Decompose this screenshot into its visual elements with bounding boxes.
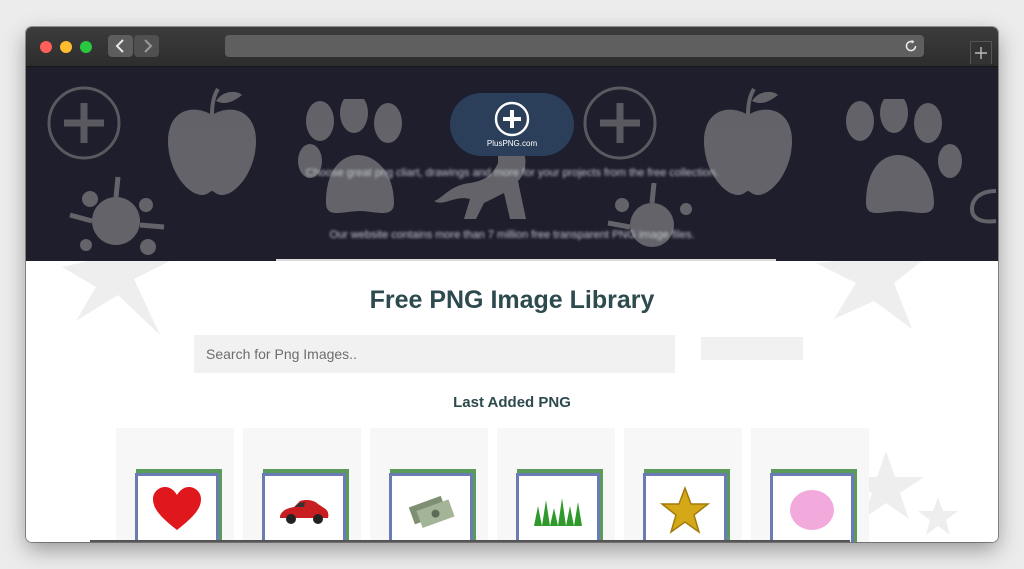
- thumbnail-frame: [392, 476, 470, 542]
- paint-splash-icon: [69, 176, 165, 255]
- hero-banner: PlusPNG.com Choose great png cliart, dra…: [26, 67, 998, 261]
- content-divider: [90, 540, 850, 542]
- last-added-heading: Last Added PNG: [453, 394, 571, 411]
- reload-button[interactable]: [902, 37, 920, 55]
- png-thumbnail-card[interactable]: [624, 428, 742, 542]
- minimize-window-button[interactable]: [60, 41, 72, 53]
- apple-icon: [168, 87, 256, 195]
- hero-tagline: Choose great png cliart, drawings and mo…: [305, 167, 719, 179]
- thumbnail-frame: [138, 476, 216, 542]
- plus-circle-icon: [494, 101, 530, 137]
- gold-star-icon: [659, 486, 711, 534]
- zoom-window-button[interactable]: [80, 41, 92, 53]
- png-thumbnail-card[interactable]: [497, 428, 615, 542]
- thumbnail-frame: [773, 476, 851, 542]
- chevron-left-icon: [115, 39, 124, 53]
- main-content: Free PNG Image Library Last Added PNG: [26, 261, 998, 542]
- paw-icon: [298, 99, 402, 213]
- search-button[interactable]: [701, 337, 803, 360]
- paw-icon: [846, 99, 962, 213]
- search-input[interactable]: [194, 335, 675, 373]
- thumbnail-frame: [265, 476, 343, 542]
- apple-icon: [704, 87, 792, 195]
- chevron-right-icon: [143, 39, 152, 53]
- star-decoration-icon: [918, 497, 958, 535]
- png-thumbnail-card[interactable]: [370, 428, 488, 542]
- grass-icon: [534, 498, 582, 526]
- new-tab-button[interactable]: [970, 41, 992, 64]
- forward-button[interactable]: [134, 35, 159, 57]
- png-thumbnail-card[interactable]: [751, 428, 869, 542]
- thumbnail-frame: [646, 476, 724, 542]
- png-thumbnail-card[interactable]: [243, 428, 361, 542]
- hero-subline: Our website contains more than 7 million…: [329, 229, 695, 241]
- page-title: Free PNG Image Library: [369, 286, 655, 314]
- back-button[interactable]: [108, 35, 133, 57]
- address-bar[interactable]: [225, 35, 924, 57]
- png-thumbnail-card[interactable]: [116, 428, 234, 542]
- reload-icon: [905, 39, 917, 52]
- car-icon: [280, 500, 329, 524]
- thumbnail-frame: [519, 476, 597, 542]
- pink-circle-icon: [790, 490, 834, 530]
- close-window-button[interactable]: [40, 41, 52, 53]
- money-icon: [408, 495, 455, 528]
- browser-toolbar: [26, 27, 998, 67]
- browser-window: PlusPNG.com Choose great png cliart, dra…: [26, 27, 998, 542]
- logo-text: PlusPNG.com: [486, 139, 538, 148]
- swirl-icon: [969, 189, 997, 224]
- plus-circle-icon: [583, 86, 657, 160]
- plus-circle-icon: [47, 86, 121, 160]
- paint-splash-icon: [607, 183, 692, 247]
- plus-icon: [975, 47, 987, 59]
- site-logo[interactable]: PlusPNG.com: [450, 93, 574, 156]
- heart-icon: [153, 487, 201, 530]
